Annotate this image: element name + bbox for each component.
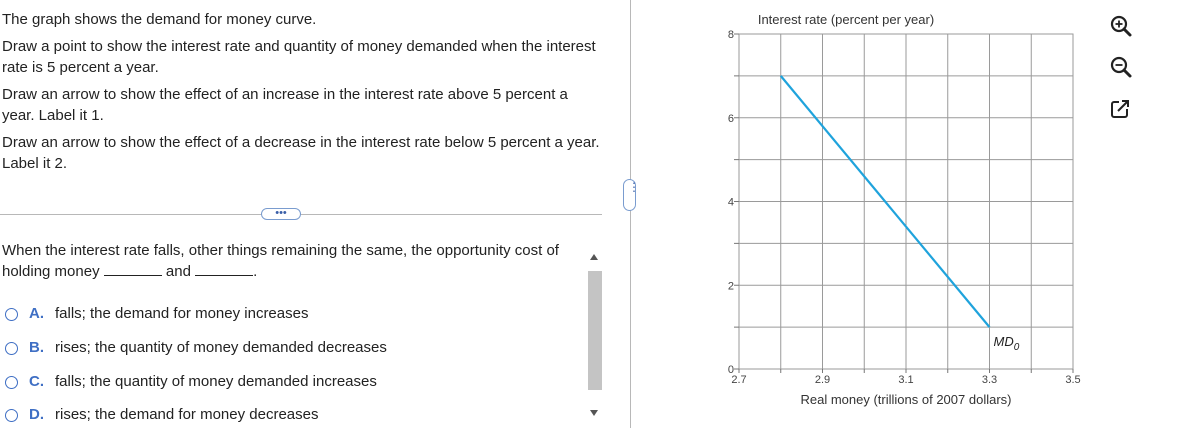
y-tick-label: 2 [728, 280, 734, 292]
x-tick-label: 2.9 [815, 374, 830, 386]
zoom-out-button[interactable] [1108, 54, 1134, 80]
x-tick-label: 2.7 [731, 374, 746, 386]
zoom-in-icon [1110, 15, 1132, 37]
y-tick-label: 4 [728, 197, 734, 209]
y-tick-label: 6 [728, 113, 734, 125]
zoom-in-button[interactable] [1108, 13, 1134, 39]
open-external-icon [1111, 99, 1130, 118]
x-tick-label: 3.3 [982, 374, 997, 386]
curve-label-subscript: 0 [1014, 342, 1020, 353]
demand-for-money-chart[interactable]: 0 2 4 6 8 2.7 2.9 3.1 3.3 3.5 Interest rate (perce… [0, 0, 1178, 445]
y-tick-label: 8 [728, 29, 734, 41]
zoom-out-icon [1110, 56, 1132, 78]
x-tick-label: 3.1 [898, 374, 913, 386]
x-axis-label: Real money (trillions of 2007 dollars) [801, 392, 1012, 407]
x-tick-label: 3.5 [1065, 374, 1080, 386]
y-axis-label: Interest rate (percent per year) [758, 12, 934, 27]
open-external-button[interactable] [1108, 96, 1134, 122]
